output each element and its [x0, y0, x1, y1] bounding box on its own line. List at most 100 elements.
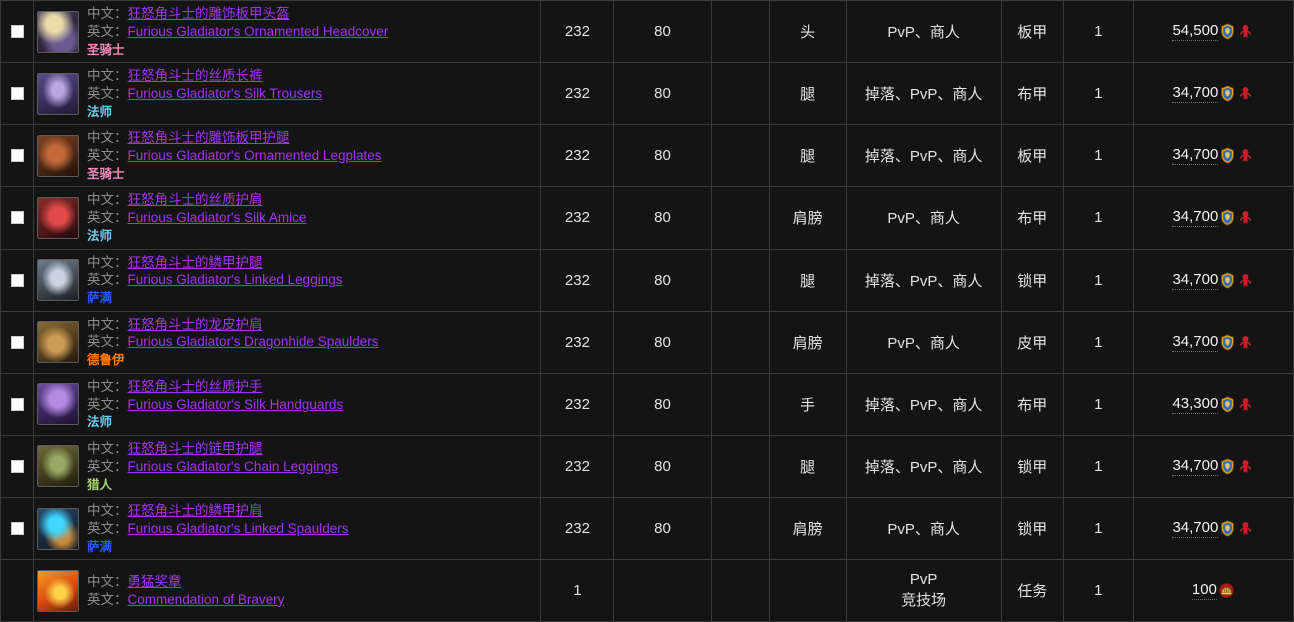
silk-handguards-icon[interactable]	[37, 383, 80, 426]
source-cell: 掉落、PvP、商人	[845, 62, 1002, 126]
cost-amount: 34,700	[1172, 456, 1219, 476]
row-checkbox[interactable]	[10, 25, 24, 39]
item-cell: 中文：狂怒角斗士的鳞甲护腿 英文：Furious Gladiator's Link…	[33, 248, 542, 312]
row-checkbox[interactable]	[10, 149, 24, 163]
row-checkbox[interactable]	[10, 87, 24, 101]
row-checkbox[interactable]	[10, 273, 24, 287]
en-label: 英文：	[87, 148, 128, 164]
row-checkbox[interactable]	[10, 522, 24, 536]
cost-cell: 34,700	[1132, 186, 1294, 250]
quantity-cell: 1	[1062, 248, 1134, 312]
table-row[interactable]: 中文：狂怒角斗士的鳞甲护肩 英文：Furious Gladiator's Link…	[0, 496, 1294, 561]
horde-icon	[1237, 147, 1254, 164]
cost-amount: 34,700	[1172, 208, 1219, 228]
plate-legplates-icon[interactable]	[37, 134, 80, 177]
item-name-zh-link[interactable]: 狂怒角斗士的鳞甲护肩	[128, 503, 263, 518]
blank-cell	[710, 62, 770, 126]
required-level-cell: 80	[613, 186, 712, 250]
item-name-en-link[interactable]: Furious Gladiator's Chain Leggings	[128, 459, 338, 474]
row-select-cell	[0, 248, 35, 312]
table-row[interactable]: 中文：狂怒角斗士的雕饰板甲头盔 英文：Furious Gladiator's Or…	[0, 0, 1294, 64]
armor-type-cell: 板甲	[1000, 124, 1064, 188]
linked-spaulders-icon[interactable]	[37, 507, 80, 550]
item-class-label: 圣骑士	[87, 166, 125, 181]
item-level-cell: 232	[540, 434, 615, 499]
en-label: 英文：	[87, 334, 128, 350]
cost-cell: 43,300	[1132, 372, 1294, 436]
row-checkbox[interactable]	[10, 211, 24, 225]
blank-cell	[710, 124, 770, 188]
item-name-zh-link[interactable]: 狂怒角斗士的雕饰板甲护腿	[128, 130, 290, 145]
item-name-zh-link[interactable]: 狂怒角斗士的丝质护肩	[128, 192, 263, 207]
plate-helm-icon[interactable]	[37, 10, 80, 53]
item-name-en-link[interactable]: Furious Gladiator's Silk Amice	[128, 210, 307, 225]
dragonhide-spaulders-icon[interactable]	[37, 321, 80, 364]
armor-type-cell: 锁甲	[1000, 434, 1064, 499]
en-label: 英文：	[87, 210, 128, 226]
cost-cell: 34,700	[1132, 310, 1294, 374]
silk-trousers-icon[interactable]	[37, 72, 80, 115]
row-checkbox[interactable]	[10, 459, 24, 473]
item-name-en-link[interactable]: Furious Gladiator's Dragonhide Spaulders	[128, 334, 379, 349]
table-row[interactable]: 中文：狂怒角斗士的雕饰板甲护腿 英文：Furious Gladiator's Or…	[0, 124, 1294, 188]
zh-label: 中文：	[87, 130, 128, 146]
quantity-cell: 1	[1062, 434, 1134, 499]
table-row[interactable]: 中文：狂怒角斗士的丝质长裤 英文：Furious Gladiator's Silk…	[0, 62, 1294, 126]
item-name-en-link[interactable]: Furious Gladiator's Ornamented Legplates	[128, 148, 382, 163]
row-select-cell	[0, 559, 35, 622]
row-checkbox[interactable]	[10, 397, 24, 411]
item-cell: 中文：勇猛奖章 英文：Commendation of Bravery	[33, 559, 542, 622]
chain-leggings-icon[interactable]	[37, 445, 80, 488]
zh-label: 中文：	[87, 503, 128, 518]
source-cell: PvP、商人	[845, 186, 1002, 250]
item-name-zh-link[interactable]: 狂怒角斗士的丝质长裤	[128, 68, 263, 83]
silk-amice-icon[interactable]	[37, 196, 80, 239]
item-name-zh-link[interactable]: 狂怒角斗士的丝质护手	[128, 379, 263, 394]
zh-label: 中文：	[87, 378, 128, 394]
item-name-en-link[interactable]: Furious Gladiator's Linked Spaulders	[128, 521, 349, 536]
table-row[interactable]: 中文：狂怒角斗士的龙皮护肩 英文：Furious Gladiator's Drag…	[0, 310, 1294, 374]
item-name-en-link[interactable]: Furious Gladiator's Silk Handguards	[128, 397, 344, 412]
cost-cell: 34,700	[1132, 434, 1294, 499]
horde-icon	[1237, 520, 1254, 537]
item-name-zh-link[interactable]: 勇猛奖章	[128, 574, 182, 589]
alliance-icon	[1219, 396, 1236, 413]
en-label: 英文：	[87, 23, 128, 39]
item-name-zh-link[interactable]: 狂怒角斗士的雕饰板甲头盔	[128, 6, 290, 21]
commendation-icon[interactable]	[37, 569, 80, 612]
item-list-table: 中文：狂怒角斗士的雕饰板甲头盔 英文：Furious Gladiator's Or…	[0, 0, 1294, 622]
slot-cell	[768, 559, 847, 622]
table-row[interactable]: 中文：狂怒角斗士的丝质护肩 英文：Furious Gladiator's Silk…	[0, 186, 1294, 250]
item-name-zh-link[interactable]: 狂怒角斗士的龙皮护肩	[128, 317, 263, 332]
cost-amount: 43,300	[1172, 394, 1219, 414]
armor-type-cell: 锁甲	[1000, 496, 1064, 561]
table-row[interactable]: 中文：狂怒角斗士的鳞甲护腿 英文：Furious Gladiator's Link…	[0, 248, 1294, 312]
item-name-en-link[interactable]: Furious Gladiator's Linked Leggings	[128, 272, 343, 287]
quantity-cell: 1	[1062, 496, 1134, 561]
linked-leggings-icon[interactable]	[37, 259, 80, 302]
alliance-icon	[1219, 209, 1236, 227]
item-level-cell: 232	[540, 62, 615, 126]
item-cell: 中文：狂怒角斗士的丝质长裤 英文：Furious Gladiator's Silk…	[33, 62, 542, 126]
slot-cell: 肩膀	[768, 496, 847, 561]
slot-cell: 腿	[768, 62, 847, 126]
row-select-cell	[0, 186, 35, 250]
slot-cell: 手	[768, 372, 847, 436]
table-row[interactable]: 中文：勇猛奖章 英文：Commendation of Bravery 1 PvP 竞技场…	[0, 559, 1294, 622]
cost-amount: 34,700	[1172, 84, 1219, 104]
item-name-en-link[interactable]: Furious Gladiator's Silk Trousers	[128, 86, 323, 101]
blank-cell	[710, 310, 770, 374]
cost-cell: 34,700	[1132, 124, 1294, 188]
table-row[interactable]: 中文：狂怒角斗士的丝质护手 英文：Furious Gladiator's Silk…	[0, 372, 1294, 436]
horde-icon	[1237, 209, 1254, 226]
row-select-cell	[0, 124, 35, 188]
required-level-cell: 80	[613, 372, 712, 436]
item-name-zh-link[interactable]: 狂怒角斗士的链甲护腿	[128, 441, 263, 456]
item-name-zh-link[interactable]: 狂怒角斗士的鳞甲护腿	[128, 255, 263, 270]
item-name-en-link[interactable]: Furious Gladiator's Ornamented Headcover	[128, 24, 389, 39]
zh-label: 中文：	[87, 440, 128, 456]
item-class-label: 法师	[87, 104, 113, 119]
table-row[interactable]: 中文：狂怒角斗士的链甲护腿 英文：Furious Gladiator's Chai…	[0, 434, 1294, 499]
source-cell: PvP、商人	[845, 310, 1002, 374]
row-checkbox[interactable]	[10, 335, 24, 349]
